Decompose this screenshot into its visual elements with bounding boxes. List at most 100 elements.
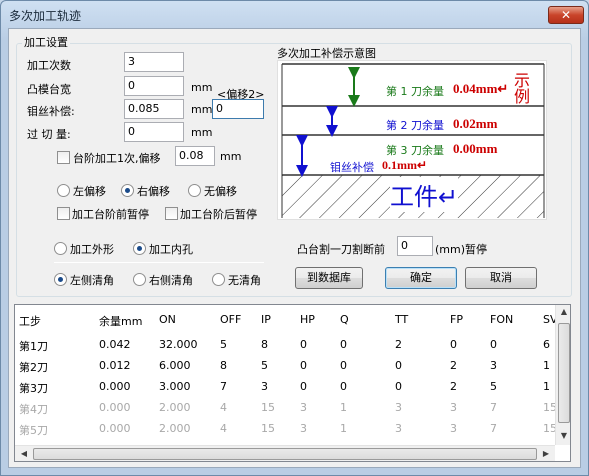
table-cell: 0.000 [99,380,131,393]
table-body: 工步 余量mm ON OFF IP HP Q TT FP FON SV 第1刀 0.042 32.000 5… [15,305,558,445]
overcut-unit: mm [191,126,213,139]
step-label: 台阶加工1次,偏移 [73,152,161,165]
column-header[interactable]: 余量mm [99,313,142,329]
table-cell: 0 [395,380,402,393]
diagram-line3-value: 0.00mm [453,141,498,156]
table-cell: 2 [450,380,457,393]
radio-inner-hole-label: 加工内孔 [149,243,193,256]
count-input[interactable]: 3 [124,52,184,72]
ok-button[interactable]: 确定 [385,267,457,289]
radio-left-offset[interactable] [57,184,70,197]
radio-inner-hole[interactable] [133,242,146,255]
column-header[interactable]: FP [450,313,463,326]
radio-right-corner-label: 右侧清角 [149,274,193,287]
scroll-up-arrow[interactable]: ▲ [556,307,570,316]
overcut-input[interactable]: 0 [124,122,184,142]
scroll-down-arrow[interactable]: ▼ [556,431,570,440]
table-cell: 4 [220,401,227,414]
table-cell: 7 [490,422,497,435]
table-cell: 第1刀 [19,340,48,353]
cut-pause-input[interactable]: 0 [397,236,433,256]
cancel-button[interactable]: 取消 [465,267,537,289]
pause-after-step-checkbox[interactable] [165,207,178,220]
diagram-wire-label: 钼丝补偿 [330,161,374,174]
settings-group-title: 加工设置 [22,34,70,50]
wire-comp-input[interactable]: 0.085 [124,99,184,119]
column-header[interactable]: TT [395,313,408,326]
diagram-line2-value: 0.02mm [453,116,498,131]
table-cell: 3 [300,401,307,414]
table-cell: 3 [261,380,268,393]
table-cell: 5 [220,338,227,351]
offset2-input[interactable]: 0 [212,99,264,119]
table-cell: 7 [490,401,497,414]
scroll-right-arrow[interactable]: ▶ [540,449,552,458]
column-header[interactable]: HP [300,313,315,326]
wire-comp-unit: mm [191,103,213,116]
table-row[interactable]: 第4刀 0.000 2.000 4 15 3 1 3 3 7 15 [15,398,557,419]
column-header[interactable]: IP [261,313,271,326]
step-offset-input[interactable]: 0.08 [175,146,215,166]
scroll-left-arrow[interactable]: ◀ [18,449,30,458]
radio-outer-shape[interactable] [54,242,67,255]
table-cell: 0 [340,338,347,351]
table-cell: 第2刀 [19,361,48,374]
column-header[interactable]: FON [490,313,513,326]
to-database-button[interactable]: 到数据库 [295,267,363,289]
separator [54,262,264,263]
diagram-line1-label: 第 1 刀余量 [386,85,444,98]
radio-no-corner[interactable] [212,273,225,286]
table-cell: 1 [543,359,550,372]
title-bar[interactable]: 多次加工轨迹 ✕ [1,1,586,27]
table-cell: 3 [395,422,402,435]
pause-before-step-checkbox[interactable] [57,207,70,220]
table-row[interactable]: 第5刀 0.000 2.000 4 15 3 1 3 3 7 15 [15,419,557,440]
diagram-line2-label: 第 2 刀余量 [386,119,444,132]
table-cell: 1 [340,401,347,414]
column-header[interactable]: 工步 [19,313,41,329]
table-cell: 3 [490,359,497,372]
table-row[interactable]: 第2刀 0.012 6.000 8 5 0 0 0 2 3 1 [15,356,555,377]
pause-after-step-label: 加工台阶后暂停 [180,208,257,221]
horizontal-scroll-thumb[interactable] [33,448,537,460]
table-cell: 7 [220,380,227,393]
diagram-example-label: 示例 [514,71,531,106]
diagram-workpiece-label: 工件↵ [390,177,459,212]
table-cell: 0 [300,338,307,351]
compensation-diagram: 第 1 刀余量 0.04mm↵ 示例 第 2 刀余量 0.02mm 第 3 刀余… [277,60,547,220]
table-cell: 32.000 [159,338,198,351]
radio-left-offset-label: 左偏移 [73,185,106,198]
count-label: 加工次数 [27,59,71,72]
window-title: 多次加工轨迹 [9,9,82,23]
table-cell: 0 [340,380,347,393]
table-row[interactable]: 第3刀 0.000 3.000 7 3 0 0 0 2 5 1 [15,377,555,398]
platform-width-input[interactable]: 0 [124,76,184,96]
radio-left-corner-label: 左侧清角 [70,274,114,287]
diagram-line3-label: 第 3 刀余量 [386,144,444,157]
process-table: 工步 余量mm ON OFF IP HP Q TT FP FON SV 第1刀 0.042 32.000 5… [14,304,571,462]
table-cell: 0.000 [99,422,131,435]
column-header[interactable]: Q [340,313,349,326]
table-cell: 6 [543,338,550,351]
table-cell: 0 [340,359,347,372]
radio-outer-shape-label: 加工外形 [70,243,114,256]
table-cell: 2 [450,359,457,372]
column-header[interactable]: OFF [220,313,241,326]
column-header[interactable]: ON [159,313,176,326]
radio-right-corner[interactable] [133,273,146,286]
vertical-scroll-thumb[interactable] [558,323,570,423]
horizontal-scrollbar[interactable]: ◀ ▶ [15,445,555,461]
vertical-scrollbar[interactable]: ▲ ▼ [555,305,570,445]
radio-no-offset-label: 无偏移 [204,185,237,198]
cut-pause-label: 凸台割一刀割断前 [297,243,385,256]
radio-right-offset-label: 右偏移 [137,185,170,198]
close-button[interactable]: ✕ [548,6,584,24]
table-cell: 0.042 [99,338,131,351]
radio-left-corner[interactable] [54,273,67,286]
table-cell: 8 [261,338,268,351]
radio-no-offset[interactable] [188,184,201,197]
radio-right-offset[interactable] [121,184,134,197]
table-cell: 5 [490,380,497,393]
step-checkbox[interactable] [57,151,70,164]
table-row[interactable]: 第1刀 0.042 32.000 5 8 0 0 2 0 0 6 [15,335,555,356]
